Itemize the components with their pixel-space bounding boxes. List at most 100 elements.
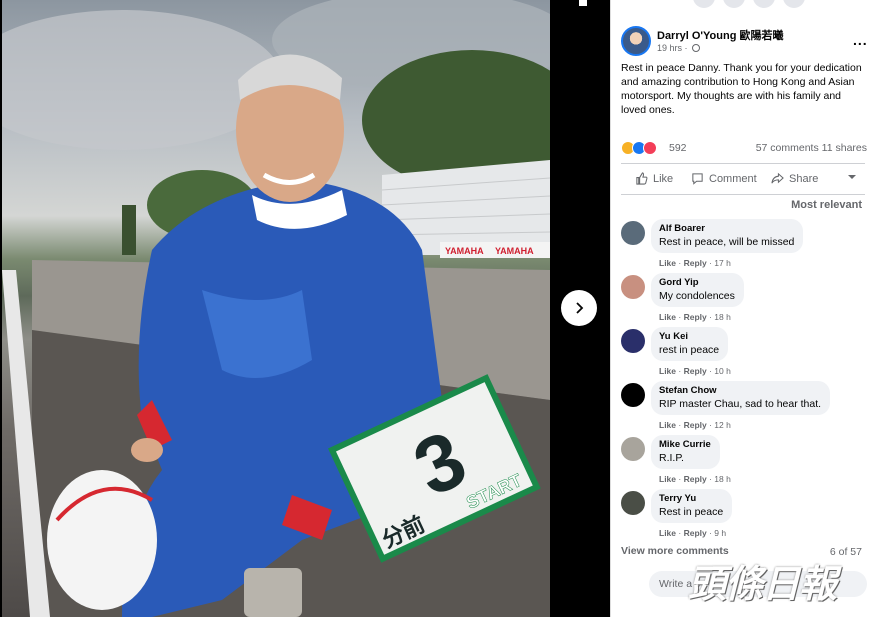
comment-item: Terry Yu Rest in peace Like · Reply · 9 h [621, 489, 867, 539]
toolbar-circle[interactable] [783, 0, 805, 8]
comment-text: Rest in peace, will be missed [659, 236, 795, 248]
comment-button[interactable]: Comment [691, 172, 757, 185]
more-options-icon[interactable]: ... [853, 32, 868, 48]
author-avatar[interactable] [621, 26, 651, 56]
comment-item: Gord Yip My condolences Like · Reply · 18 … [621, 273, 867, 323]
commenter-avatar[interactable] [621, 383, 645, 407]
comment-like-link[interactable]: Like [659, 258, 676, 268]
divider [621, 163, 865, 164]
post-timestamp[interactable]: 19 hrs · [657, 43, 701, 53]
comment-icon [692, 173, 703, 185]
comment-meta: Like · Reply · 17 h [659, 258, 731, 268]
toolbar-circle[interactable] [693, 0, 715, 8]
comment-bubble: Stefan Chow RIP master Chau, sad to hear … [651, 381, 831, 415]
comment-like-link[interactable]: Like [659, 312, 676, 322]
comment-like-link[interactable]: Like [659, 528, 676, 538]
comment-bubble: Alf Boarer Rest in peace, will be missed [651, 219, 804, 253]
comment-reply-link[interactable]: Reply [684, 528, 707, 538]
reaction-icons[interactable] [621, 141, 657, 155]
comments-count[interactable]: 57 comments [756, 142, 819, 154]
share-icon [771, 172, 784, 184]
comment-item: Yu Kei rest in peace Like · Reply · 10 h [621, 327, 867, 377]
newspaper-watermark-logo: 頭條日報 [688, 562, 866, 606]
commenter-avatar[interactable] [621, 491, 645, 515]
comment-reply-link[interactable]: Reply [684, 312, 707, 322]
post-time-text: 19 hrs · [657, 43, 688, 53]
comment-item: Alf Boarer Rest in peace, will be missed L… [621, 219, 867, 269]
post-text: Rest in peace Danny. Thank you for your … [621, 62, 862, 116]
photo-illustration: YAMAHA YAMAHA 3 分前 START [2, 0, 550, 617]
comment-text: rest in peace [659, 344, 720, 356]
comments-shown-count: 6 of 57 [829, 546, 862, 558]
commenter-name[interactable]: Alf Boarer [659, 223, 794, 234]
comment-reply-link[interactable]: Reply [684, 420, 707, 430]
like-button[interactable]: Like [635, 172, 673, 185]
commenter-avatar[interactable] [621, 437, 645, 461]
banner-text: YAMAHA [445, 246, 484, 256]
caret-down-icon [848, 175, 856, 179]
comment-text: R.I.P. [659, 452, 684, 464]
commenter-name[interactable]: Terry Yu [659, 493, 723, 504]
top-toolbar-circles [693, 0, 805, 8]
comment-meta: Like · Reply · 9 h [659, 528, 727, 538]
post-author[interactable]: Darryl O'Young 歐陽若曦 [657, 27, 783, 43]
comment-meta: Like · Reply · 12 h [659, 420, 731, 430]
reaction-count[interactable]: 592 [669, 142, 687, 154]
comments-shares-count: 57 comments 11 shares [756, 142, 867, 154]
shares-count[interactable]: 11 shares [822, 142, 867, 154]
divider [621, 194, 865, 195]
comment-like-link[interactable]: Like [659, 420, 676, 430]
comment-item: Mike Currie R.I.P. Like · Reply · 18 h [621, 435, 867, 485]
comment-meta: Like · Reply · 18 h [659, 312, 731, 322]
toolbar-circle[interactable] [753, 0, 775, 8]
comment-text: RIP master Chau, sad to hear that. [659, 398, 822, 410]
comment-text: My condolences [659, 290, 735, 302]
commenter-name[interactable]: Yu Kei [659, 331, 719, 342]
comment-age[interactable]: 18 h [714, 312, 731, 322]
sort-comments-dropdown[interactable]: Most relevant [791, 199, 862, 211]
comment-item: Stefan Chow RIP master Chau, sad to hear … [621, 381, 867, 431]
comment-like-link[interactable]: Like [659, 474, 676, 484]
like-label: Like [653, 172, 674, 185]
comment-bubble: Terry Yu Rest in peace [651, 489, 733, 523]
share-label: Share [789, 172, 819, 185]
comment-meta: Like · Reply · 10 h [659, 366, 731, 376]
comment-bubble: Gord Yip My condolences [651, 273, 744, 307]
commenter-name[interactable]: Gord Yip [659, 277, 735, 288]
post-panel: Darryl O'Young 歐陽若曦 19 hrs · ... Rest in… [610, 0, 874, 617]
viewer-top-indicator [579, 0, 587, 6]
comment-label: Comment [709, 172, 757, 185]
comment-text: Rest in peace [659, 506, 724, 518]
comment-age[interactable]: 18 h [714, 474, 731, 484]
love-reaction-icon [643, 141, 657, 155]
commenter-name[interactable]: Stefan Chow [659, 385, 821, 396]
comment-reply-link[interactable]: Reply [684, 474, 707, 484]
share-audience-button[interactable] [847, 172, 857, 182]
comment-like-link[interactable]: Like [659, 366, 676, 376]
comment-age[interactable]: 17 h [714, 258, 731, 268]
post-header: Darryl O'Young 歐陽若曦 19 hrs · ... [621, 26, 867, 60]
comment-bubble: Mike Currie R.I.P. [651, 435, 720, 469]
reactions-bar: 592 57 comments 11 shares [621, 140, 867, 158]
commenter-name[interactable]: Mike Currie [659, 439, 711, 450]
view-more-comments-link[interactable]: View more comments [621, 545, 729, 557]
comment-age[interactable]: 9 h [714, 528, 726, 538]
commenter-avatar[interactable] [621, 329, 645, 353]
comment-meta: Like · Reply · 18 h [659, 474, 731, 484]
banner-text-2: YAMAHA [495, 246, 534, 256]
commenter-avatar[interactable] [621, 275, 645, 299]
toolbar-circle[interactable] [723, 0, 745, 8]
thumbs-up-icon [636, 172, 648, 185]
comment-reply-link[interactable]: Reply [684, 366, 707, 376]
globe-icon [692, 44, 701, 52]
comment-age[interactable]: 12 h [714, 420, 731, 430]
comment-bubble: Yu Kei rest in peace [651, 327, 729, 361]
comment-reply-link[interactable]: Reply [684, 258, 707, 268]
commenter-avatar[interactable] [621, 221, 645, 245]
share-button[interactable]: Share [771, 172, 818, 185]
post-actions: Like Comment Share [621, 168, 867, 192]
photo-viewer: YAMAHA YAMAHA 3 分前 START [0, 0, 610, 617]
comment-age[interactable]: 10 h [714, 366, 731, 376]
next-photo-button[interactable] [561, 290, 597, 326]
chevron-right-icon [576, 302, 584, 314]
